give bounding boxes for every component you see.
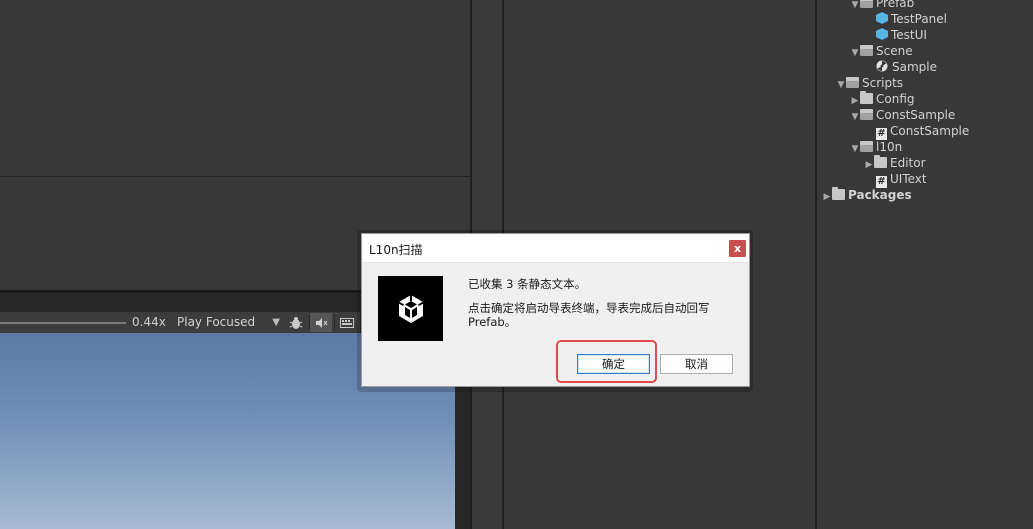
tree-item-label: Prefab bbox=[876, 0, 915, 10]
expand-arrow-icon[interactable]: ▼ bbox=[850, 109, 860, 125]
tree-item-label: Sample bbox=[892, 60, 937, 74]
tree-item-prefab[interactable]: ▼ Prefab bbox=[850, 0, 914, 11]
dialog-message-summary: 已收集 3 条静态文本。 bbox=[468, 277, 587, 291]
expand-arrow-icon[interactable]: ▼ bbox=[836, 77, 846, 93]
folder-open-icon bbox=[846, 77, 859, 88]
folder-open-icon bbox=[860, 109, 873, 120]
play-mode-label: Play Focused bbox=[177, 315, 256, 329]
folder-icon bbox=[874, 155, 887, 168]
tree-item-label: Packages bbox=[848, 188, 912, 202]
tree-item-packages[interactable]: ▶ Packages bbox=[822, 187, 912, 203]
scale-value: 0.44x bbox=[132, 315, 166, 329]
scale-slider[interactable] bbox=[0, 322, 126, 324]
dialog-titlebar[interactable]: L10n扫描 x bbox=[362, 234, 749, 262]
dialog-message-detail: 点击确定将启动导表终端，导表完成后自动回写 Prefab。 bbox=[468, 301, 710, 329]
tree-item-label: Editor bbox=[890, 156, 926, 170]
project-panel: ▼ Prefab TestPanel TestUI ▼ Scene Sample ▼… bbox=[817, 0, 1033, 529]
mute-audio-icon[interactable] bbox=[310, 313, 332, 332]
tree-item-constsample-folder[interactable]: ▼ ConstSample bbox=[850, 107, 956, 125]
cancel-button[interactable]: 取消 bbox=[660, 354, 733, 374]
tree-item-testui[interactable]: TestUI bbox=[876, 27, 927, 43]
dialog-divider bbox=[362, 262, 749, 263]
dialog-title: L10n扫描 bbox=[369, 243, 423, 257]
bug-icon[interactable] bbox=[285, 313, 307, 332]
tree-item-label: Config bbox=[876, 92, 915, 106]
tree-item-constsample-script[interactable]: # ConstSample bbox=[876, 123, 970, 140]
tree-item-label: Scripts bbox=[862, 76, 904, 90]
folder-open-icon bbox=[860, 141, 873, 152]
toolbar-divider bbox=[334, 315, 335, 330]
scene-panel bbox=[0, 0, 470, 176]
stats-keyboard-icon[interactable] bbox=[336, 313, 358, 332]
expand-arrow-icon[interactable]: ▼ bbox=[850, 45, 860, 61]
tree-item-label: UIText bbox=[890, 172, 927, 186]
collapse-arrow-icon[interactable]: ▶ bbox=[864, 157, 874, 173]
tree-item-label: Scene bbox=[876, 44, 913, 58]
dropdown-caret-icon: ▼ bbox=[272, 317, 280, 328]
tree-item-label: l10n bbox=[876, 140, 903, 154]
close-button[interactable]: x bbox=[729, 240, 746, 257]
folder-open-icon bbox=[860, 0, 873, 8]
tree-item-scripts[interactable]: ▼ Scripts bbox=[836, 75, 904, 93]
folder-icon bbox=[860, 91, 873, 104]
ok-button[interactable]: 确定 bbox=[577, 354, 650, 374]
prefab-icon bbox=[876, 28, 888, 40]
unity-logo-icon bbox=[378, 276, 443, 341]
scene-icon bbox=[876, 60, 889, 72]
tree-item-testpanel[interactable]: TestPanel bbox=[876, 11, 947, 27]
l10n-scan-dialog: L10n扫描 x 已收集 3 条静态文本。 点击确定将启动导表终端，导表完成后自… bbox=[361, 233, 750, 387]
folder-icon bbox=[832, 187, 845, 200]
expand-arrow-icon[interactable]: ▼ bbox=[850, 0, 860, 13]
expand-arrow-icon[interactable]: ▼ bbox=[850, 141, 860, 157]
folder-open-icon bbox=[860, 45, 873, 56]
prefab-icon bbox=[876, 12, 888, 24]
tree-item-l10n[interactable]: ▼ l10n bbox=[850, 139, 903, 157]
tree-item-label: TestPanel bbox=[891, 12, 948, 26]
tree-item-editor[interactable]: ▶ Editor bbox=[864, 155, 926, 171]
collapse-arrow-icon[interactable]: ▶ bbox=[822, 189, 832, 205]
tree-item-label: ConstSample bbox=[876, 108, 956, 122]
tree-item-uitext[interactable]: # UIText bbox=[876, 171, 927, 188]
tree-item-label: TestUI bbox=[891, 28, 927, 42]
tree-item-sample[interactable]: Sample bbox=[876, 59, 937, 75]
play-mode-dropdown[interactable]: Play Focused ▼ bbox=[172, 313, 284, 332]
tree-item-scene[interactable]: ▼ Scene bbox=[850, 43, 913, 59]
tree-item-config[interactable]: ▶ Config bbox=[850, 91, 915, 107]
tree-item-label: ConstSample bbox=[890, 124, 970, 138]
